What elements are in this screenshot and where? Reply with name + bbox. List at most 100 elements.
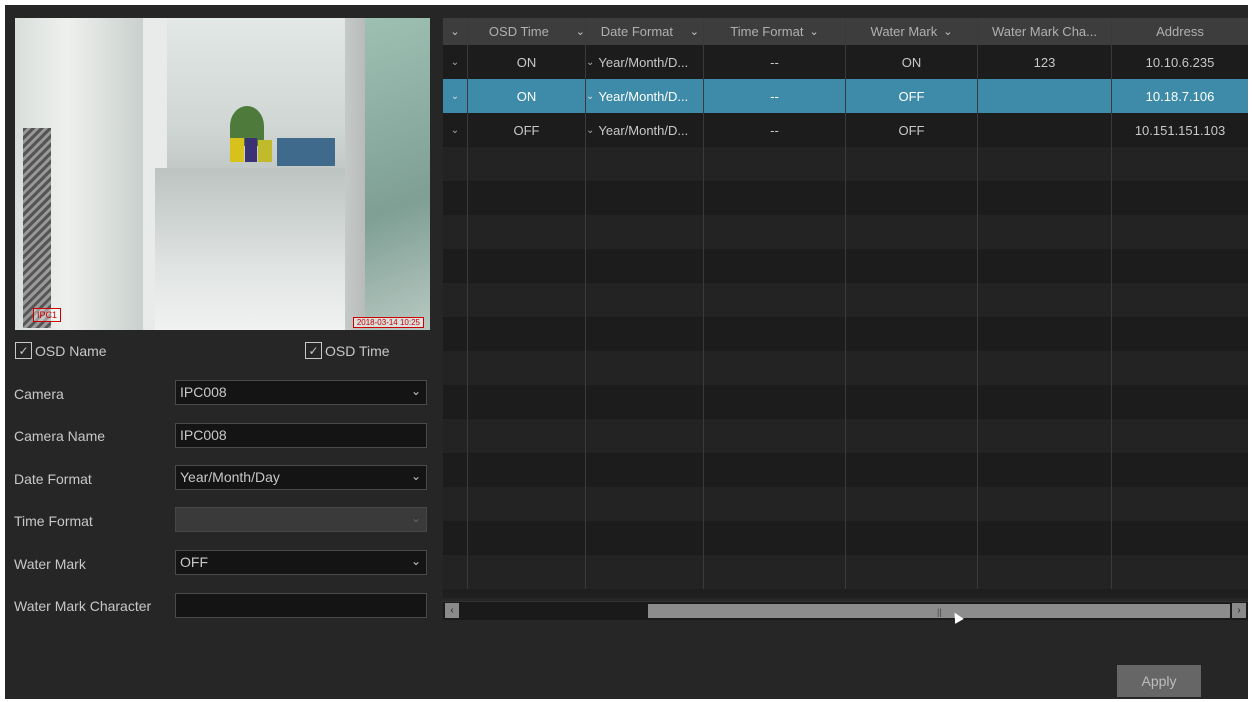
preview-scene-radiator xyxy=(23,128,51,328)
chevron-down-icon[interactable]: ⌄ xyxy=(586,91,594,102)
header-osd-time[interactable]: OSD Time ⌄ xyxy=(468,18,586,45)
table-horizontal-scrollbar[interactable]: ‹ || › xyxy=(443,601,1248,620)
date-format-select[interactable]: Year/Month/Day ⌄ xyxy=(175,465,427,490)
preview-scene-bench xyxy=(277,138,335,166)
water-mark-label: Water Mark xyxy=(14,556,86,572)
chevron-down-icon[interactable]: ⌄ xyxy=(684,25,703,38)
chevron-down-icon[interactable]: ⌄ xyxy=(803,25,818,38)
chevron-down-icon[interactable]: ⌄ xyxy=(411,384,421,399)
cell-osd-time[interactable]: ON xyxy=(468,89,585,104)
cell-date-format[interactable]: Year/Month/D... xyxy=(594,55,703,70)
chevron-down-icon[interactable]: ⌄ xyxy=(570,25,585,38)
water-mark-character-label: Water Mark Character xyxy=(14,598,152,614)
header-water-mark-label: Water Mark xyxy=(870,24,938,39)
apply-button[interactable]: Apply xyxy=(1117,665,1201,697)
cell-osd-time[interactable]: ON xyxy=(468,55,585,70)
empty-row xyxy=(443,351,1248,385)
camera-name-label: Camera Name xyxy=(14,428,106,444)
camera-select-value: IPC008 xyxy=(180,384,227,400)
cell-address: 10.151.151.103 xyxy=(1134,122,1226,138)
header-address-label: Address xyxy=(1156,24,1204,39)
table-row-selected[interactable]: ⌄ ON ⌄ Year/Month/D... -- OFF 10.18.7.106 xyxy=(443,79,1248,113)
header-time-format-label: Time Format xyxy=(730,24,804,39)
preview-scene-pot xyxy=(230,138,244,162)
camera-name-input[interactable]: IPC008 xyxy=(175,423,427,448)
water-mark-character-input[interactable] xyxy=(175,593,427,618)
empty-row xyxy=(443,419,1248,453)
date-format-label: Date Format xyxy=(14,471,92,487)
header-time-format[interactable]: Time Format ⌄ xyxy=(704,18,846,45)
cell-water-mark[interactable]: ON xyxy=(902,55,922,70)
chevron-down-icon[interactable]: ⌄ xyxy=(411,469,421,484)
cell-time-format[interactable]: -- xyxy=(770,89,779,104)
grip-icon: || xyxy=(937,607,942,617)
camera-select[interactable]: IPC008 ⌄ xyxy=(175,380,427,405)
cell-address: 10.10.6.235 xyxy=(1145,54,1215,70)
preview-scene-glass xyxy=(365,18,430,330)
time-format-label: Time Format xyxy=(14,513,93,529)
water-mark-value: OFF xyxy=(180,554,208,570)
cell-address: 10.18.7.106 xyxy=(1145,88,1215,104)
empty-row xyxy=(443,147,1248,181)
cell-date-format[interactable]: Year/Month/D... xyxy=(594,89,703,104)
cell-water-mark-char[interactable]: 123 xyxy=(1034,55,1056,70)
checkmark-icon[interactable]: ✓ xyxy=(305,342,322,359)
header-osd-time-label: OSD Time xyxy=(488,24,549,39)
osd-time-label: OSD Time xyxy=(325,342,390,359)
header-water-mark[interactable]: Water Mark ⌄ xyxy=(846,18,978,45)
cell-water-mark[interactable]: OFF xyxy=(899,89,925,104)
preview-scene-floor xyxy=(155,168,365,330)
cell-water-mark[interactable]: OFF xyxy=(899,123,925,138)
camera-name-value: IPC008 xyxy=(180,427,227,443)
empty-row xyxy=(443,181,1248,215)
empty-row xyxy=(443,215,1248,249)
chevron-down-icon[interactable]: ⌄ xyxy=(451,57,459,68)
preview-scene-pot xyxy=(245,138,257,162)
water-mark-select[interactable]: OFF ⌄ xyxy=(175,550,427,575)
empty-row xyxy=(443,385,1248,419)
chevron-down-icon[interactable]: ⌄ xyxy=(451,125,459,136)
empty-row xyxy=(443,317,1248,351)
checkmark-icon[interactable]: ✓ xyxy=(15,342,32,359)
osd-name-checkbox[interactable]: ✓ OSD Name xyxy=(15,342,107,359)
date-format-value: Year/Month/Day xyxy=(180,469,280,485)
arrow-right-icon[interactable]: › xyxy=(1232,603,1246,618)
chevron-down-icon[interactable]: ⌄ xyxy=(411,554,421,569)
table-header: ⌄ OSD Time ⌄ Date Format ⌄ Time Format ⌄ Wa… xyxy=(443,18,1248,45)
header-date-format[interactable]: Date Format ⌄ xyxy=(586,18,704,45)
osd-name-label: OSD Name xyxy=(35,342,107,359)
camera-preview: IPC1 2018-03-14 10:25 xyxy=(15,18,430,330)
arrow-left-icon[interactable]: ‹ xyxy=(445,603,459,618)
osd-name-overlay[interactable]: IPC1 xyxy=(33,308,62,322)
table-row[interactable]: ⌄ ON ⌄ Year/Month/D... -- ON 123 10.10.6.… xyxy=(443,45,1248,79)
chevron-down-icon[interactable]: ⌄ xyxy=(586,125,594,136)
header-address[interactable]: Address xyxy=(1112,18,1248,45)
empty-row xyxy=(443,487,1248,521)
empty-row xyxy=(443,555,1248,589)
cell-time-format[interactable]: -- xyxy=(770,123,779,138)
empty-row xyxy=(443,283,1248,317)
cell-osd-time[interactable]: OFF xyxy=(468,123,585,138)
osd-time-overlay[interactable]: 2018-03-14 10:25 xyxy=(352,317,424,328)
preview-scene-pot xyxy=(258,140,272,162)
camera-label: Camera xyxy=(14,386,64,402)
chevron-down-icon: ⌄ xyxy=(410,511,421,525)
header-water-mark-char-label: Water Mark Cha... xyxy=(992,24,1097,39)
empty-row xyxy=(443,249,1248,283)
table-row[interactable]: ⌄ OFF ⌄ Year/Month/D... -- OFF 10.151.151… xyxy=(443,113,1248,147)
empty-row xyxy=(443,453,1248,487)
header-water-mark-char[interactable]: Water Mark Cha... xyxy=(978,18,1112,45)
scrollbar-thumb[interactable]: || xyxy=(648,604,1230,618)
camera-osd-table: ⌄ OSD Time ⌄ Date Format ⌄ Time Format ⌄ Wa… xyxy=(443,18,1248,598)
osd-time-checkbox[interactable]: ✓ OSD Time xyxy=(305,342,390,359)
chevron-down-icon[interactable]: ⌄ xyxy=(450,25,459,38)
empty-row xyxy=(443,521,1248,555)
cell-date-format[interactable]: Year/Month/D... xyxy=(594,123,703,138)
chevron-down-icon[interactable]: ⌄ xyxy=(586,57,594,68)
time-format-select: ⌄ xyxy=(175,507,427,532)
header-date-format-label: Date Format xyxy=(600,24,674,39)
chevron-down-icon[interactable]: ⌄ xyxy=(451,91,459,102)
cell-time-format[interactable]: -- xyxy=(770,55,779,70)
chevron-down-icon[interactable]: ⌄ xyxy=(937,25,952,38)
header-select-column[interactable]: ⌄ xyxy=(443,18,468,45)
